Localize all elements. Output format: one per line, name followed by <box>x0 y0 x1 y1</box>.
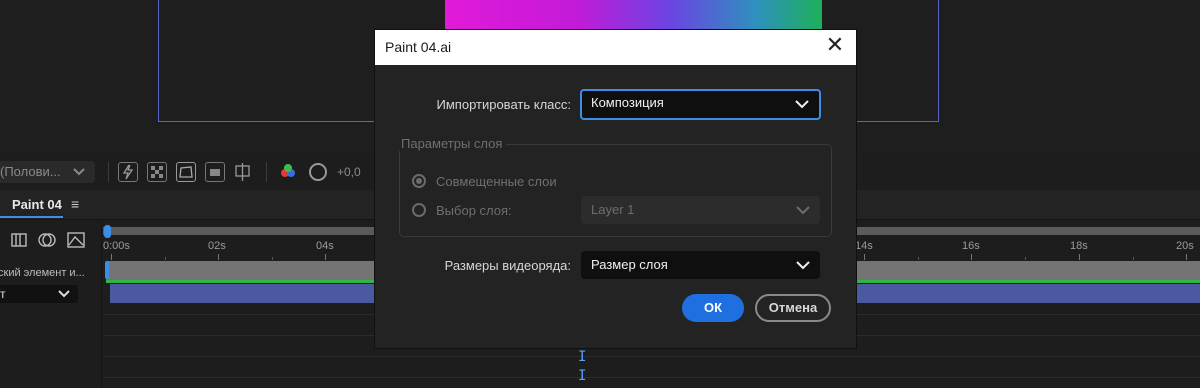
ruler-label: 0:00s <box>103 240 130 252</box>
chevron-down-icon <box>796 196 810 224</box>
layer-options-legend: Параметры слоя <box>397 136 507 151</box>
dialog-titlebar: Paint 04.ai ✕ <box>375 30 856 65</box>
ruler-tick <box>918 257 919 260</box>
ruler-tick <box>165 257 166 260</box>
dialog-title: Paint 04.ai <box>385 39 452 55</box>
footage-size-value: Размер слоя <box>591 257 668 272</box>
layer-list: ский элемент и... т <box>0 221 102 388</box>
toolbar-divider <box>266 162 267 182</box>
cancel-button[interactable]: Отмена <box>755 294 831 322</box>
layer-select-value: Layer 1 <box>591 202 635 217</box>
active-tab-indicator <box>0 216 63 218</box>
ruler-tick <box>218 254 219 260</box>
ruler-label: 18s <box>1070 240 1088 252</box>
close-icon[interactable]: ✕ <box>824 35 846 58</box>
playhead[interactable] <box>105 261 109 279</box>
rgb-channels-icon[interactable] <box>281 164 297 180</box>
layer-select[interactable]: Layer 1 <box>581 196 820 224</box>
chevron-down-icon <box>58 285 70 309</box>
track-divider <box>103 377 1200 378</box>
ok-button[interactable]: ОК <box>682 294 744 322</box>
radio-choose-label: Выбор слоя: <box>436 203 512 218</box>
exposure-icon[interactable] <box>309 163 327 181</box>
ruler-tick <box>1079 254 1080 260</box>
toolbar-divider <box>108 162 109 182</box>
ruler-tick <box>111 254 112 260</box>
region-of-interest-icon[interactable] <box>176 162 196 182</box>
chevron-down-icon <box>73 161 85 190</box>
footage-size-select[interactable]: Размер слоя <box>581 251 820 279</box>
text-cursor-icon: I <box>578 368 587 384</box>
radio-merged-layers[interactable] <box>412 174 426 188</box>
ruler-tick <box>1025 257 1026 260</box>
footage-size-label: Размеры видеоряда: <box>444 258 571 273</box>
chevron-down-icon <box>796 251 810 279</box>
radio-merged-label: Совмещенные слои <box>436 174 557 189</box>
import-dialog: Paint 04.ai ✕ Импортировать класс: Компо… <box>375 30 856 348</box>
import-kind-label: Импортировать класс: <box>436 97 571 112</box>
track-divider <box>103 356 1200 357</box>
ruler-label: 04s <box>316 240 334 252</box>
graph-editor-icon[interactable] <box>66 231 86 249</box>
resolution-select-value: (Полови... <box>0 164 61 179</box>
blend-mode-select[interactable]: т <box>0 285 78 303</box>
blend-mode-value: т <box>0 287 6 301</box>
resolution-select[interactable]: (Полови... <box>0 161 95 183</box>
import-kind-select[interactable]: Композиция <box>580 89 821 120</box>
render-queue-icon[interactable] <box>10 231 30 249</box>
guides-icon[interactable] <box>233 162 253 182</box>
mask-icon[interactable] <box>205 162 225 182</box>
app-window: (Полови... +0,0 Paint 04 ≡ ский элемент … <box>0 0 1200 388</box>
ruler-tick <box>272 257 273 260</box>
motion-blur-icon[interactable] <box>38 231 58 249</box>
tab-composition[interactable]: Paint 04 <box>12 197 62 212</box>
ruler-tick <box>1133 257 1134 260</box>
ruler-tick <box>864 254 865 260</box>
ruler-label: 20s <box>1176 240 1194 252</box>
import-kind-value: Композиция <box>591 95 664 110</box>
artwork-preview <box>445 0 822 34</box>
ruler-tick <box>1186 254 1187 260</box>
ruler-tick <box>325 254 326 260</box>
menu-icon[interactable]: ≡ <box>71 196 79 212</box>
ruler-label: 16s <box>962 240 980 252</box>
exposure-value[interactable]: +0,0 <box>337 165 361 179</box>
ruler-label: 14s <box>855 240 873 252</box>
radio-choose-layer[interactable] <box>412 203 426 217</box>
ruler-label: 02s <box>208 240 226 252</box>
chevron-down-icon <box>795 91 809 118</box>
fast-previews-icon[interactable] <box>118 162 138 182</box>
text-cursor-icon: I <box>578 349 587 365</box>
layer-name[interactable]: ский элемент и... <box>0 267 98 279</box>
transparency-grid-icon[interactable] <box>147 162 167 182</box>
ruler-tick <box>971 254 972 260</box>
